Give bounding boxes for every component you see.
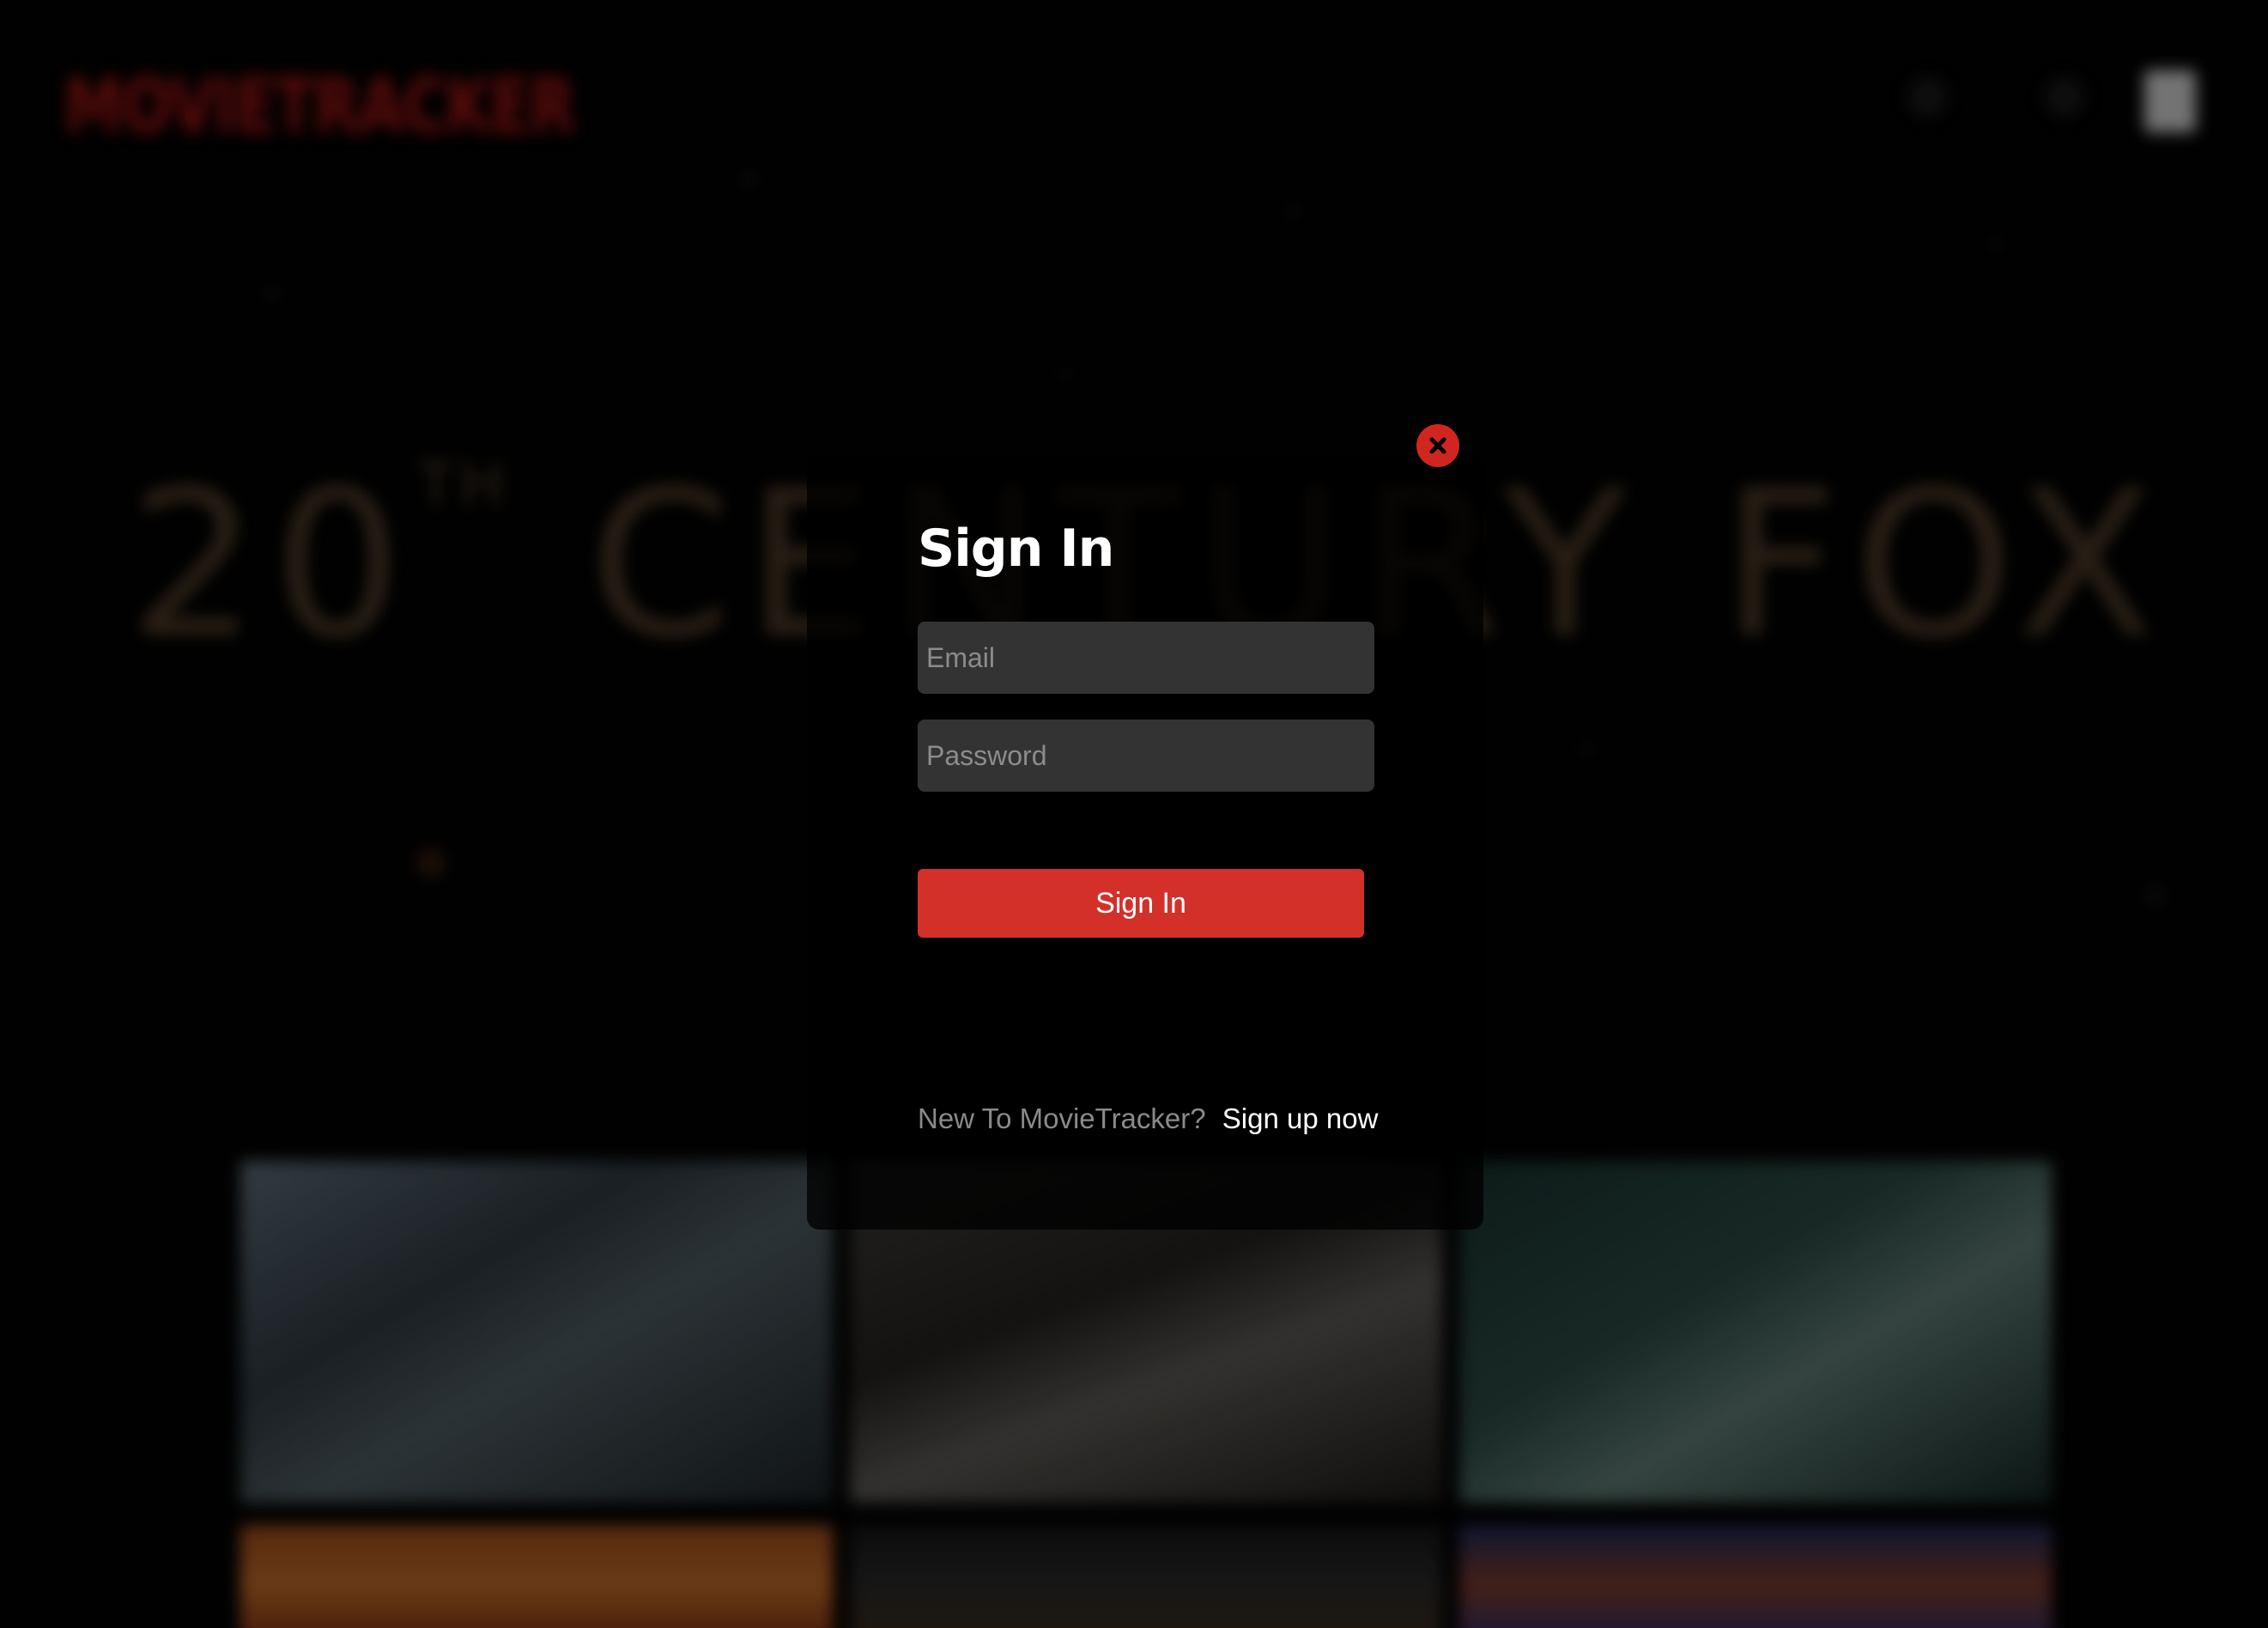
password-field[interactable] bbox=[918, 720, 1374, 792]
sign-in-button[interactable]: Sign In bbox=[918, 869, 1364, 938]
page: MOVIETRACKER 20TH CENTURY FOX Sign In Si… bbox=[0, 0, 2268, 1628]
close-button[interactable] bbox=[1416, 424, 1459, 467]
email-field[interactable] bbox=[918, 622, 1374, 694]
modal-title: Sign In bbox=[918, 519, 1114, 579]
signup-prompt: New To MovieTracker? bbox=[918, 1103, 1206, 1134]
close-icon bbox=[1429, 437, 1446, 454]
signup-link[interactable]: Sign up now bbox=[1222, 1103, 1379, 1134]
signup-row: New To MovieTracker? Sign up now bbox=[918, 1103, 1378, 1135]
